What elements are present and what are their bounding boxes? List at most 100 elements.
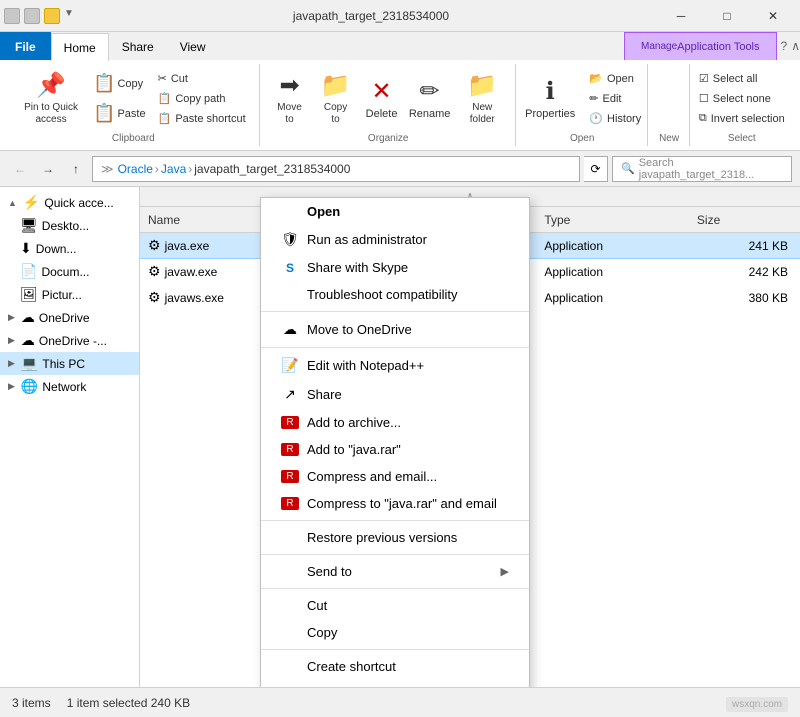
rename-label: Rename bbox=[409, 108, 451, 120]
paste-shortcut-icon: 📋 bbox=[158, 112, 172, 125]
move-icon: ➡ bbox=[279, 71, 299, 100]
ctx-archive[interactable]: R Add to archive... bbox=[261, 409, 529, 436]
select-label: Select bbox=[728, 131, 756, 144]
properties-button[interactable]: ℹ Properties bbox=[518, 72, 582, 125]
ctx-cut[interactable]: Cut bbox=[261, 592, 529, 619]
ctx-skype[interactable]: S Share with Skype bbox=[261, 254, 529, 281]
history-button[interactable]: 🕐History bbox=[584, 109, 646, 128]
edit-button[interactable]: ✏Edit bbox=[584, 89, 646, 108]
tab-share[interactable]: Share bbox=[109, 32, 167, 60]
clipboard-buttons: 📌 Pin to Quick access 📋 Copy 📋 Paste ✂Cu… bbox=[16, 66, 251, 131]
select-buttons: ☑Select all ☐Select none ⧉Invert selecti… bbox=[694, 66, 790, 131]
onedrive-label: OneDrive bbox=[39, 311, 90, 325]
ctx-notepad-icon: 📝 bbox=[281, 357, 299, 374]
select-all-button[interactable]: ☑Select all bbox=[694, 69, 790, 88]
expand-icon: ▶ bbox=[8, 358, 15, 369]
history-label: History bbox=[607, 113, 641, 125]
sidebar-item-documents[interactable]: 📄 Docum... bbox=[0, 260, 139, 283]
sidebar-item-pictures[interactable]: 🖼 Pictur... bbox=[0, 283, 139, 306]
copy-button[interactable]: 📋 Copy bbox=[88, 69, 151, 98]
ribbon-tabs: File Home Share View Manage Application … bbox=[0, 32, 800, 60]
network-label: Network bbox=[42, 380, 86, 394]
ctx-run-admin[interactable]: 🛡 Run as administrator bbox=[261, 225, 529, 254]
header-size[interactable]: Size bbox=[689, 213, 800, 227]
forward-button[interactable]: → bbox=[36, 157, 60, 181]
ctx-compress-email[interactable]: R Compress and email... bbox=[261, 463, 529, 490]
ctx-add-rar[interactable]: R Add to "java.rar" bbox=[261, 436, 529, 463]
folder-icon bbox=[44, 8, 60, 24]
select-none-button[interactable]: ☐Select none bbox=[694, 89, 790, 108]
rename-button[interactable]: ✏ Rename bbox=[406, 72, 454, 125]
sidebar-item-desktop[interactable]: 🖥 Deskto... bbox=[0, 214, 139, 237]
paste-shortcut-button[interactable]: 📋Paste shortcut bbox=[153, 109, 251, 128]
ctx-restore[interactable]: Restore previous versions bbox=[261, 524, 529, 551]
tab-view[interactable]: View bbox=[167, 32, 219, 60]
sidebar-item-onedrive2[interactable]: ▶ ☁ OneDrive -... bbox=[0, 329, 139, 352]
tab-home[interactable]: Home bbox=[51, 33, 109, 61]
ctx-send-to[interactable]: Send to ▶ bbox=[261, 558, 529, 585]
copy-paste-group: 📋 Copy 📋 Paste bbox=[88, 69, 151, 128]
quick-access-label: Quick acce... bbox=[44, 196, 113, 210]
sidebar-item-quick-access[interactable]: ▲ ⚡ Quick acce... bbox=[0, 191, 139, 214]
sidebar-item-network[interactable]: ▶ 🌐 Network bbox=[0, 375, 139, 398]
delete-button[interactable]: ✕ Delete bbox=[360, 72, 404, 125]
quick-access-icon: ⚡ bbox=[23, 194, 40, 211]
minimize-button[interactable]: ─ bbox=[658, 0, 704, 32]
sidebar-item-thispc[interactable]: ▶ 💻 This PC bbox=[0, 352, 139, 375]
sidebar: ▲ ⚡ Quick acce... 🖥 Deskto... ⬇ Down... … bbox=[0, 187, 140, 687]
open-label: Open bbox=[570, 131, 594, 144]
tab-manage[interactable]: Manage Application Tools bbox=[624, 32, 777, 60]
organize-label: Organize bbox=[368, 131, 409, 144]
invert-selection-button[interactable]: ⧉Invert selection bbox=[694, 109, 790, 128]
status-bar: 3 items 1 item selected 240 KB wsxqn.com bbox=[0, 687, 800, 717]
ctx-create-shortcut[interactable]: Create shortcut bbox=[261, 653, 529, 680]
ctx-troubleshoot-label: Troubleshoot compatibility bbox=[307, 287, 458, 302]
paste-button[interactable]: 📋 Paste bbox=[88, 99, 151, 128]
ctx-share[interactable]: ↗ Share bbox=[261, 380, 529, 409]
address-sep1: › bbox=[155, 162, 159, 176]
ctx-compress-rar-email[interactable]: R Compress to "java.rar" and email bbox=[261, 490, 529, 517]
copy-to-label: Copy to bbox=[321, 102, 351, 126]
ctx-notepad[interactable]: 📝 Edit with Notepad++ bbox=[261, 351, 529, 380]
file-area: ∧ Name Date modified Type Size ⚙ java.ex… bbox=[140, 187, 800, 687]
header-type[interactable]: Type bbox=[536, 213, 689, 227]
ctx-troubleshoot[interactable]: Troubleshoot compatibility bbox=[261, 281, 529, 308]
tab-file[interactable]: File bbox=[0, 32, 51, 60]
delete-icon: ✕ bbox=[371, 77, 391, 106]
ctx-skype-icon: S bbox=[281, 261, 299, 275]
move-to-button[interactable]: ➡ Move to bbox=[268, 66, 312, 131]
ctx-send-arrow: ▶ bbox=[501, 565, 509, 578]
address-java[interactable]: Java bbox=[161, 162, 186, 176]
copy-to-button[interactable]: 📁 Copy to bbox=[314, 66, 358, 131]
exe-icon3: ⚙ bbox=[148, 289, 161, 306]
open-button[interactable]: 📂Open bbox=[584, 69, 646, 88]
ctx-compress-rar-email-label: Compress to "java.rar" and email bbox=[307, 496, 497, 511]
file-name-text: java.exe bbox=[165, 239, 210, 253]
up-button[interactable]: ↑ bbox=[64, 157, 88, 181]
ctx-delete[interactable]: 🛡 Delete bbox=[261, 680, 529, 687]
pin-to-quick-button[interactable]: 📌 Pin to Quick access bbox=[16, 66, 86, 131]
window-controls: ─ □ ✕ bbox=[658, 0, 796, 32]
ctx-cut-label: Cut bbox=[307, 598, 327, 613]
copy-path-label: Copy path bbox=[175, 93, 225, 105]
search-bar[interactable]: 🔍 Search javapath_target_2318... bbox=[612, 156, 792, 182]
sidebar-item-onedrive[interactable]: ▶ ☁ OneDrive bbox=[0, 306, 139, 329]
maximize-button[interactable]: □ bbox=[704, 0, 750, 32]
ctx-open[interactable]: Open bbox=[261, 198, 529, 225]
back-button[interactable]: ← bbox=[8, 157, 32, 181]
down-arrow-icon: ▼ bbox=[64, 8, 76, 24]
refresh-button[interactable]: ⟳ bbox=[584, 156, 608, 182]
ctx-onedrive[interactable]: ☁ Move to OneDrive bbox=[261, 315, 529, 344]
ctx-copy[interactable]: Copy bbox=[261, 619, 529, 646]
ctx-sep5 bbox=[261, 588, 529, 589]
address-oracle[interactable]: Oracle bbox=[118, 162, 153, 176]
tab-manage-sub: Manage bbox=[641, 41, 677, 52]
close-button[interactable]: ✕ bbox=[750, 0, 796, 32]
sidebar-item-downloads[interactable]: ⬇ Down... bbox=[0, 237, 139, 260]
downloads-icon: ⬇ bbox=[20, 240, 32, 257]
pin-icon: 📌 bbox=[36, 71, 66, 100]
new-folder-button[interactable]: 📁 New folder bbox=[456, 66, 509, 131]
copy-path-button[interactable]: 📋Copy path bbox=[153, 89, 251, 108]
cut-button[interactable]: ✂Cut bbox=[153, 69, 251, 88]
onedrive2-icon: ☁ bbox=[21, 332, 35, 349]
